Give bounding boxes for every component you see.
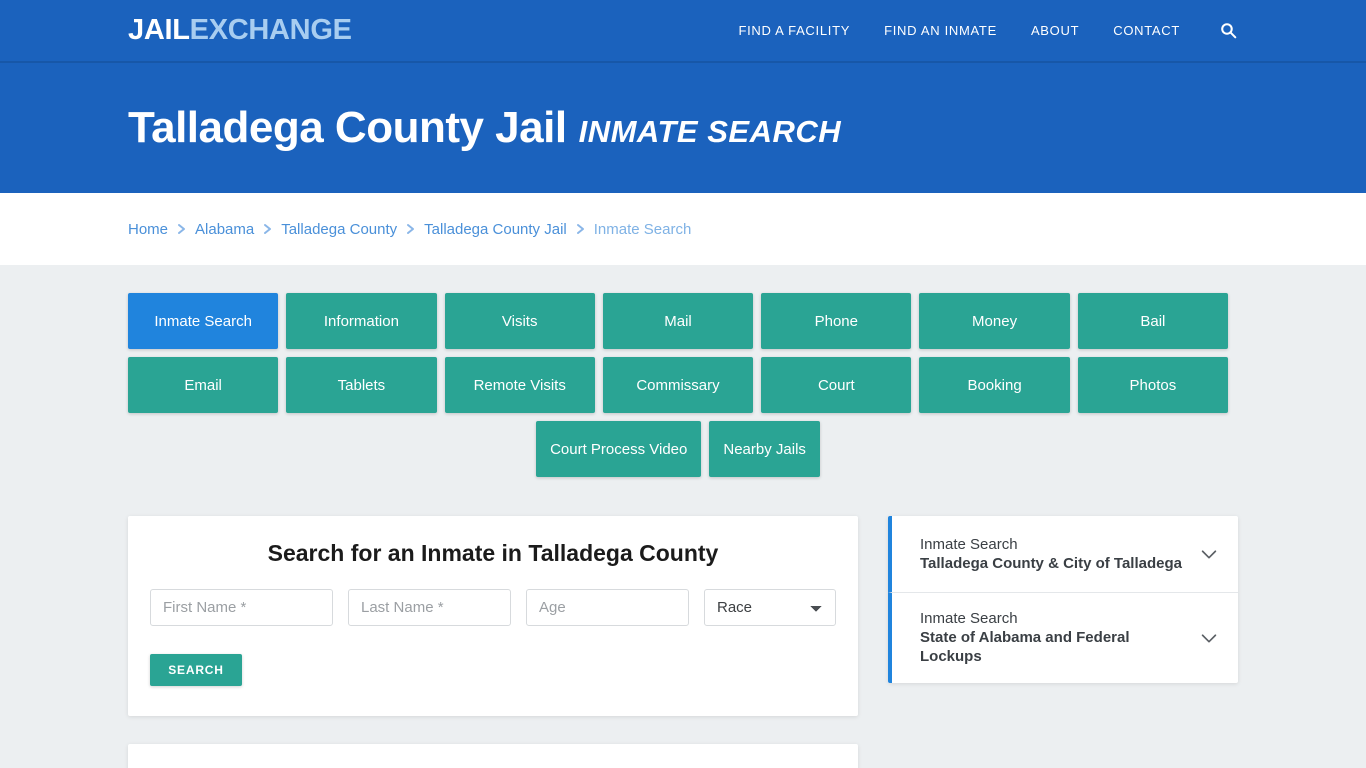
site-logo[interactable]: JAILEXCHANGE xyxy=(128,14,352,47)
page-title-sub: INMATE SEARCH xyxy=(578,114,842,149)
tab-visits[interactable]: Visits xyxy=(444,293,595,349)
tab-photos[interactable]: Photos xyxy=(1077,357,1228,413)
tab-court[interactable]: Court xyxy=(761,357,912,413)
breadcrumb-item-talladega-county-jail[interactable]: Talladega County Jail xyxy=(424,221,567,238)
tab-inmate-search[interactable]: Inmate Search xyxy=(128,293,279,349)
accordion-line2: State of Alabama and Federal Lockups xyxy=(920,629,1130,666)
section-tab-grid-row3: Court Process Video Nearby Jails xyxy=(128,421,1228,477)
tab-tablets[interactable]: Tablets xyxy=(286,357,437,413)
nav-find-an-inmate[interactable]: FIND AN INMATE xyxy=(884,23,997,38)
breadcrumb-item-current: Inmate Search xyxy=(593,220,692,238)
tab-phone[interactable]: Phone xyxy=(761,293,912,349)
accordion-label: Inmate Search Talladega County & City of… xyxy=(920,535,1188,573)
tab-booking[interactable]: Booking xyxy=(919,357,1070,413)
search-button[interactable]: SEARCH xyxy=(150,654,242,686)
race-select[interactable]: Race xyxy=(704,589,836,626)
age-input[interactable] xyxy=(526,589,689,626)
nav-contact[interactable]: CONTACT xyxy=(1113,23,1180,38)
section-tab-grid: Inmate Search Information Visits Mail Ph… xyxy=(128,293,1228,413)
tab-bail[interactable]: Bail xyxy=(1077,293,1228,349)
secondary-card xyxy=(128,744,858,768)
search-heading: Search for an Inmate in Talladega County xyxy=(267,540,719,566)
breadcrumb-item-alabama[interactable]: Alabama xyxy=(195,221,254,238)
chevron-right-icon xyxy=(576,223,585,235)
last-name-input[interactable] xyxy=(348,589,511,626)
search-icon[interactable] xyxy=(1218,21,1238,41)
sidebar-accordion: Inmate Search Talladega County & City of… xyxy=(888,516,1238,683)
nav-about[interactable]: ABOUT xyxy=(1031,23,1079,38)
accordion-item-state-federal-search[interactable]: Inmate Search State of Alabama and Feder… xyxy=(888,593,1238,683)
page-hero: Talladega County Jail INMATE SEARCH xyxy=(0,63,1366,193)
tab-money[interactable]: Money xyxy=(919,293,1070,349)
accordion-line1: Inmate Search xyxy=(920,610,1018,627)
breadcrumb-bar: Home Alabama Talladega County Talladega … xyxy=(0,193,1366,265)
tab-mail[interactable]: Mail xyxy=(602,293,754,349)
first-name-input[interactable] xyxy=(150,589,333,626)
page-title-main: Talladega County Jail xyxy=(128,103,567,152)
right-column: Inmate Search Talladega County & City of… xyxy=(888,516,1238,768)
main-nav: FIND A FACILITY FIND AN INMATE ABOUT CON… xyxy=(738,0,1366,61)
page-content: Inmate Search Information Visits Mail Ph… xyxy=(0,265,1366,768)
nav-find-a-facility[interactable]: FIND A FACILITY xyxy=(738,23,850,38)
inmate-search-card: Search for an Inmate in Talladega County… xyxy=(128,516,858,716)
accordion-item-county-search[interactable]: Inmate Search Talladega County & City of… xyxy=(888,516,1238,593)
chevron-down-icon[interactable] xyxy=(1198,627,1220,649)
tab-court-process-video[interactable]: Court Process Video xyxy=(536,421,702,477)
left-column: Search for an Inmate in Talladega County… xyxy=(128,516,858,768)
breadcrumb-item-talladega-county[interactable]: Talladega County xyxy=(281,221,397,238)
accordion-line1: Inmate Search xyxy=(920,535,1018,553)
top-navigation-bar: JAILEXCHANGE FIND A FACILITY FIND AN INM… xyxy=(0,0,1366,63)
breadcrumb-item-home[interactable]: Home xyxy=(128,221,168,238)
search-fields: Race xyxy=(150,589,836,626)
chevron-right-icon xyxy=(177,223,186,235)
tab-information[interactable]: Information xyxy=(286,293,437,349)
tab-remote-visits[interactable]: Remote Visits xyxy=(444,357,595,413)
accordion-label: Inmate Search State of Alabama and Feder… xyxy=(920,609,1188,667)
accordion-line2: Talladega County & City of Talladega xyxy=(920,555,1182,572)
logo-text-exchange: EXCHANGE xyxy=(189,14,352,46)
tab-email[interactable]: Email xyxy=(128,357,279,413)
logo-text-jail: JAIL xyxy=(128,14,190,46)
chevron-right-icon xyxy=(406,223,415,235)
chevron-right-icon xyxy=(263,223,272,235)
breadcrumb: Home Alabama Talladega County Talladega … xyxy=(128,221,691,238)
tab-nearby-jails[interactable]: Nearby Jails xyxy=(709,421,820,477)
content-columns: Search for an Inmate in Talladega County… xyxy=(128,516,1238,768)
page-title: Talladega County Jail INMATE SEARCH xyxy=(128,103,841,153)
chevron-down-icon[interactable] xyxy=(1198,543,1220,565)
tab-commissary[interactable]: Commissary xyxy=(602,357,754,413)
